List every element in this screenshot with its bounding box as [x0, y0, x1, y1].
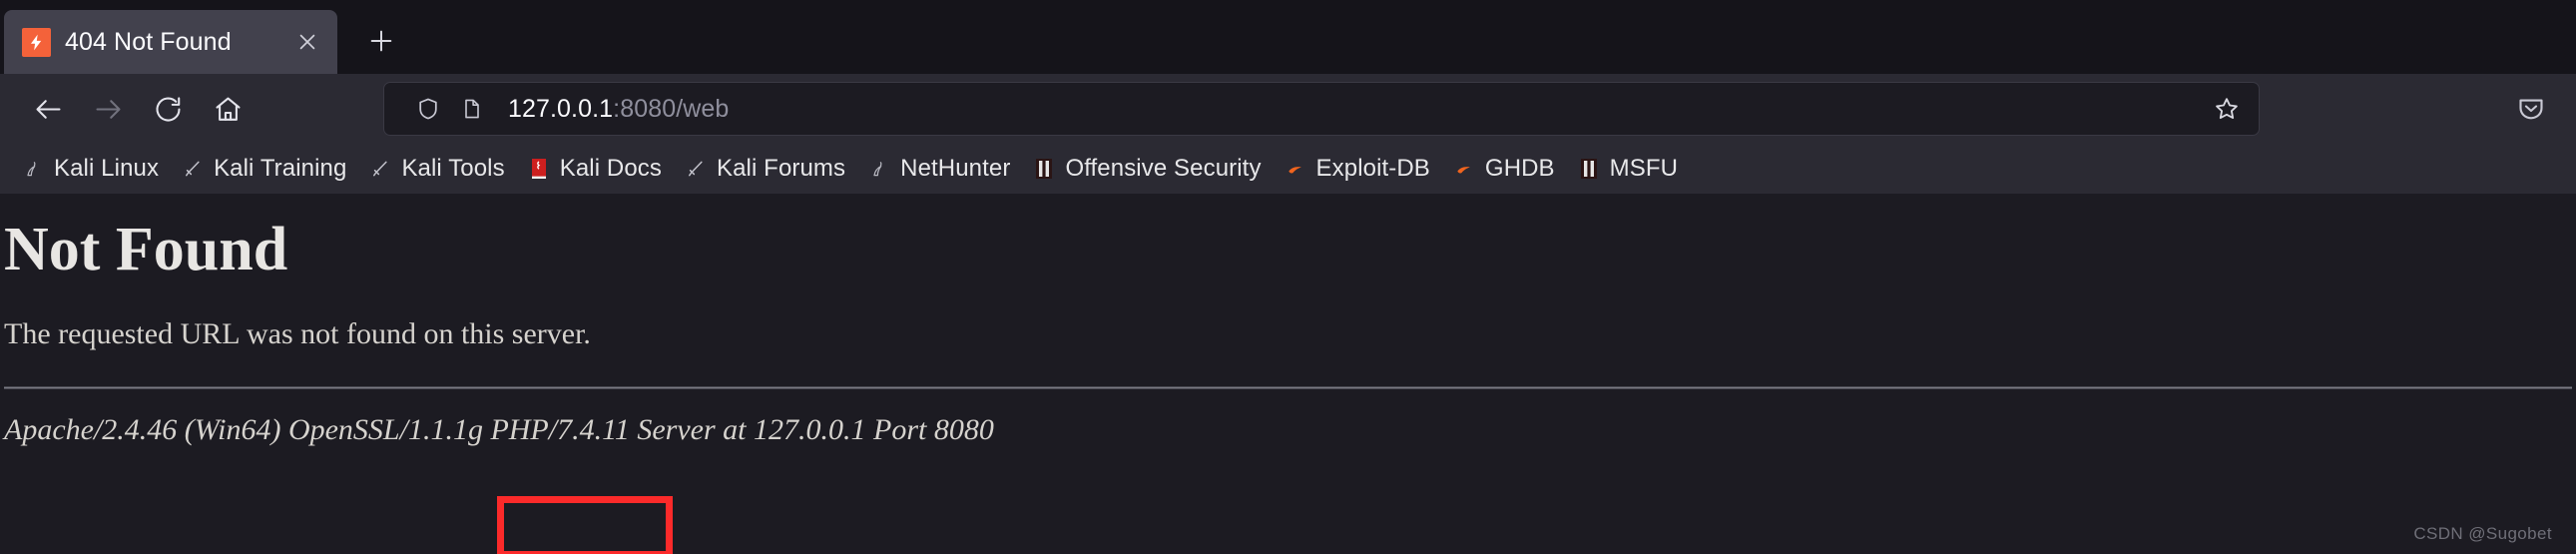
forward-arrow-icon[interactable]: [78, 79, 138, 139]
bookmark-ghdb[interactable]: GHDB: [1441, 150, 1566, 188]
home-icon[interactable]: [198, 79, 258, 139]
bookmark-kali-forums[interactable]: Kali Forums: [673, 150, 856, 188]
kali-docs-book-icon: [527, 157, 551, 181]
bookmark-label: Kali Training: [214, 155, 347, 182]
close-icon[interactable]: [287, 22, 327, 62]
bookmark-label: MSFU: [1609, 155, 1679, 182]
back-arrow-icon[interactable]: [18, 79, 78, 139]
page-content: Not Found The requested URL was not foun…: [0, 194, 2576, 554]
reload-icon[interactable]: [138, 79, 198, 139]
bookmark-label: NetHunter: [900, 155, 1011, 182]
watermark: CSDN @Sugobet: [2413, 524, 2552, 543]
bookmark-offensive-security[interactable]: Offensive Security: [1021, 150, 1272, 188]
tab-strip: 404 Not Found: [0, 0, 2576, 74]
kali-sword-icon: [368, 157, 392, 181]
bookmark-label: Kali Tools: [401, 155, 505, 182]
bookmark-label: Exploit-DB: [1315, 155, 1430, 182]
bookmark-kali-docs[interactable]: Kali Docs: [516, 150, 673, 188]
url-text: 127.0.0.1:8080/web: [494, 95, 2203, 124]
nethunter-dragon-icon: [867, 157, 891, 181]
navigation-toolbar: 127.0.0.1:8080/web: [0, 74, 2576, 144]
bookmark-label: GHDB: [1484, 155, 1555, 182]
page-title: Not Found: [4, 216, 288, 283]
bookmark-kali-tools[interactable]: Kali Tools: [357, 150, 515, 188]
bookmark-star-icon[interactable]: [2203, 85, 2251, 133]
exploit-db-icon: [1284, 157, 1307, 181]
bookmark-exploit-db[interactable]: Exploit-DB: [1273, 150, 1441, 188]
xampp-lightning-favicon: [22, 27, 51, 57]
offensive-security-icon: [1032, 157, 1056, 181]
bookmark-label: Kali Linux: [54, 155, 160, 182]
url-host: 127.0.0.1: [508, 94, 614, 123]
new-tab-button[interactable]: [353, 13, 409, 69]
msfu-icon: [1577, 157, 1601, 181]
ghdb-icon: [1452, 157, 1476, 181]
kali-dragon-icon: [21, 157, 45, 181]
error-message: The requested URL was not found on this …: [4, 317, 591, 351]
bookmarks-bar: Kali Linux Kali Training Kali Tools Kali…: [0, 144, 2576, 194]
bookmark-label: Offensive Security: [1065, 155, 1262, 182]
kali-sword-icon: [181, 157, 205, 181]
bookmark-kali-linux[interactable]: Kali Linux: [10, 150, 170, 188]
kali-sword-icon: [684, 157, 708, 181]
pocket-save-icon[interactable]: [2504, 82, 2558, 136]
bookmark-msfu[interactable]: MSFU: [1566, 150, 1689, 188]
url-path: :8080/web: [613, 94, 730, 123]
php-version-highlight-box: [497, 496, 673, 554]
bookmark-kali-training[interactable]: Kali Training: [170, 150, 357, 188]
bookmark-nethunter[interactable]: NetHunter: [856, 150, 1021, 188]
bookmark-label: Kali Docs: [559, 155, 662, 182]
url-bar[interactable]: 127.0.0.1:8080/web: [383, 82, 2260, 136]
page-document-icon[interactable]: [450, 87, 494, 131]
tracking-protection-shield-icon[interactable]: [406, 87, 450, 131]
bookmark-label: Kali Forums: [717, 155, 846, 182]
tab-title: 404 Not Found: [65, 27, 232, 56]
browser-tab[interactable]: 404 Not Found: [4, 10, 337, 74]
server-signature: Apache/2.4.46 (Win64) OpenSSL/1.1.1g PHP…: [4, 413, 994, 447]
